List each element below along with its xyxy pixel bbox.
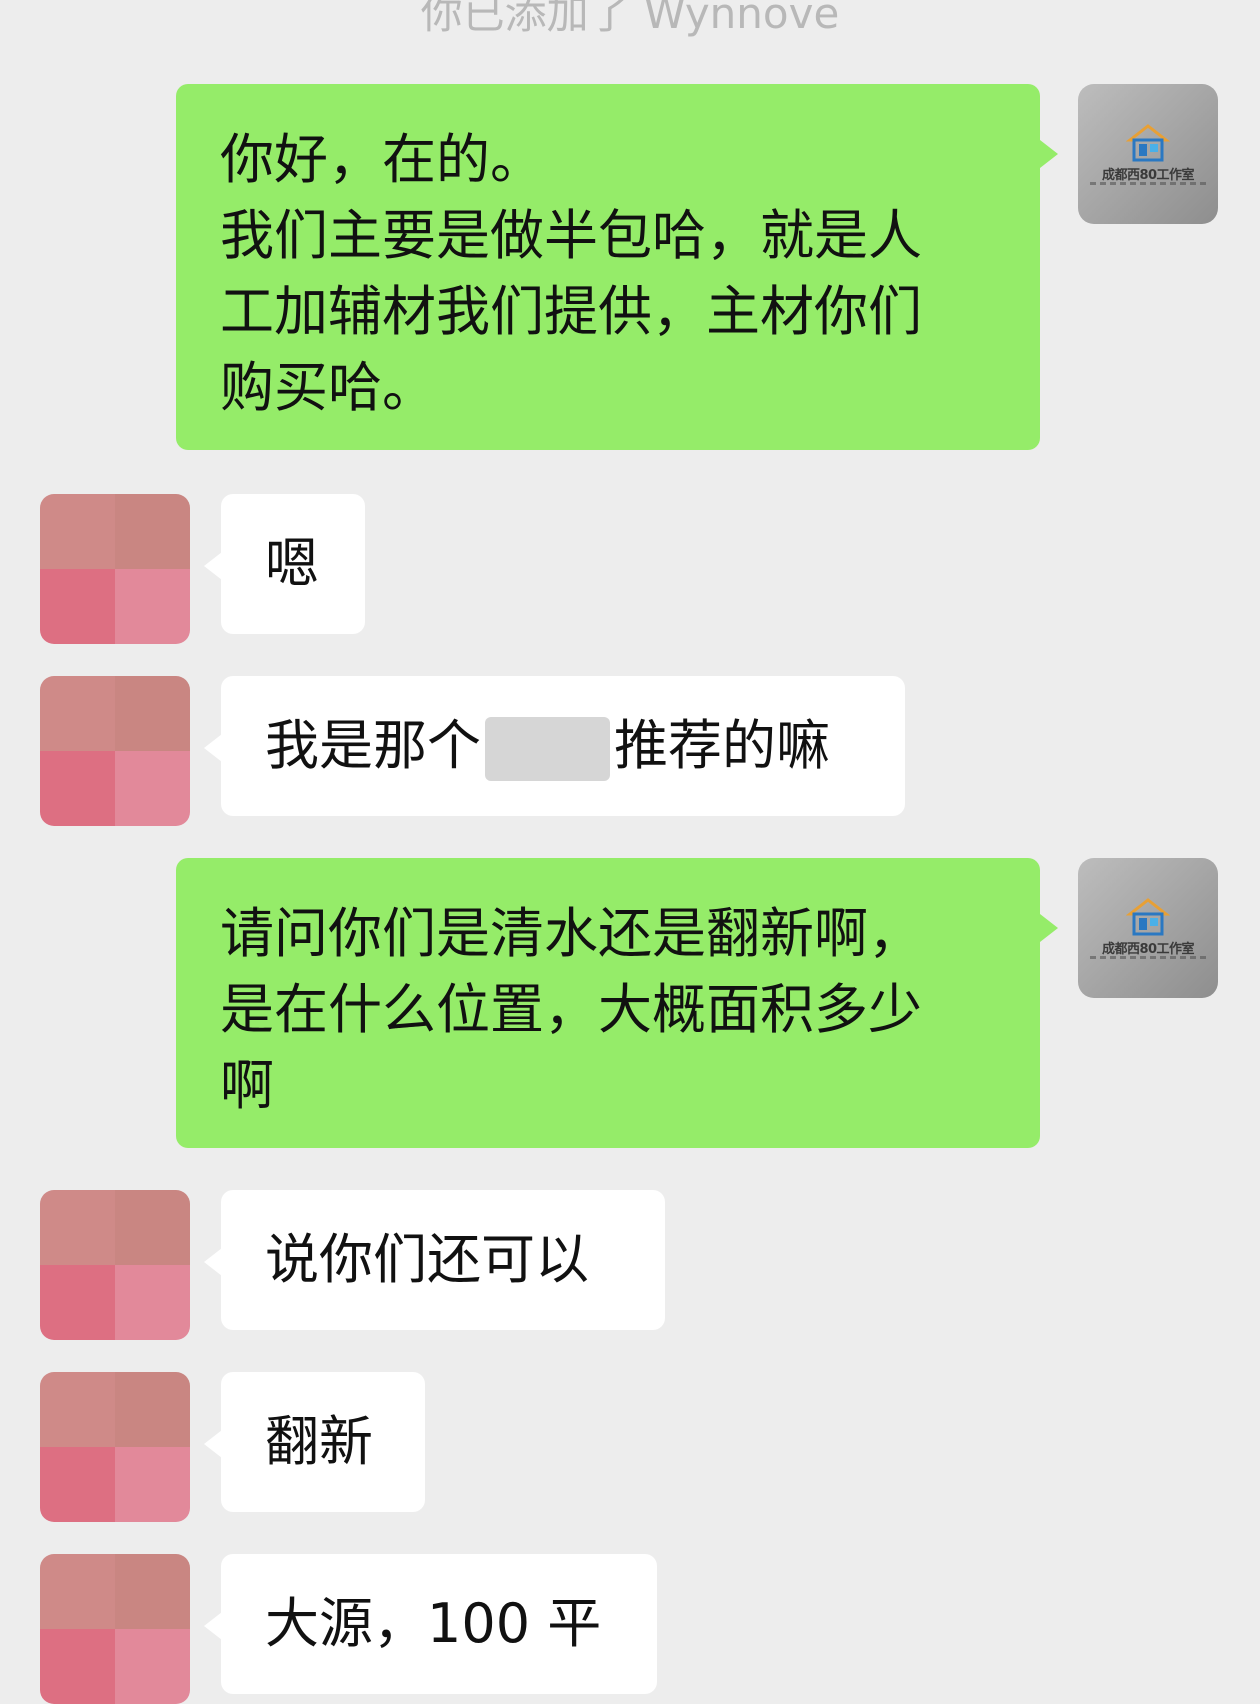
bubble-tail xyxy=(1040,914,1058,942)
message-text: 说你们还可以 xyxy=(265,1228,589,1291)
message-line: 我们主要是做半包哈，就是人 xyxy=(220,204,922,267)
brand-subtext-decoration xyxy=(1090,182,1206,185)
their-message-bubble[interactable]: 大源，100 平 xyxy=(221,1554,657,1694)
message-line: 啊 xyxy=(220,1054,274,1117)
message-line: 购买哈。 xyxy=(220,356,436,419)
contact-avatar[interactable] xyxy=(40,494,190,644)
house-logo-icon xyxy=(1126,124,1170,162)
contact-avatar[interactable] xyxy=(40,1372,190,1522)
their-message-bubble[interactable]: 翻新 xyxy=(221,1372,425,1512)
my-message-bubble[interactable]: 你好，在的。 我们主要是做半包哈，就是人 工加辅材我们提供，主材你们 购买哈。 xyxy=(176,84,1040,450)
their-message-bubble[interactable]: 说你们还可以 xyxy=(221,1190,665,1330)
message-text-before: 我是那个 xyxy=(265,714,481,777)
message-text: 我是那个 推荐的嘛 xyxy=(265,708,830,784)
my-avatar[interactable]: 成都西80工作室 xyxy=(1078,858,1218,998)
message-text: 翻新 xyxy=(265,1410,373,1473)
my-message-bubble[interactable]: 请问你们是清水还是翻新啊， 是在什么位置，大概面积多少 啊 xyxy=(176,858,1040,1148)
bubble-tail xyxy=(204,1248,222,1276)
system-notice: 你已添加了 Wynnove xyxy=(420,0,840,38)
message-text: 嗯 xyxy=(265,532,319,595)
brand-text: 成都西80工作室 xyxy=(1101,168,1195,183)
message-text: 大源，100 平 xyxy=(265,1592,602,1655)
house-logo-icon xyxy=(1126,898,1170,936)
bubble-tail xyxy=(204,734,222,762)
bubble-tail xyxy=(204,1612,222,1640)
brand-text: 成都西80工作室 xyxy=(1101,942,1195,957)
message-text-after: 推荐的嘛 xyxy=(614,714,830,777)
their-message-bubble[interactable]: 嗯 xyxy=(221,494,365,634)
message-line: 是在什么位置，大概面积多少 xyxy=(220,978,922,1041)
bubble-tail xyxy=(1040,140,1058,168)
bubble-tail xyxy=(204,552,222,580)
message-line: 你好，在的。 xyxy=(220,128,544,191)
contact-avatar[interactable] xyxy=(40,1554,190,1704)
bubble-tail xyxy=(204,1430,222,1458)
brand-subtext-decoration xyxy=(1090,956,1206,959)
their-message-bubble[interactable]: 我是那个 推荐的嘛 xyxy=(221,676,905,816)
contact-avatar[interactable] xyxy=(40,1190,190,1340)
redacted-block xyxy=(485,717,610,782)
message-line: 工加辅材我们提供，主材你们 xyxy=(220,280,922,343)
my-avatar[interactable]: 成都西80工作室 xyxy=(1078,84,1218,224)
message-line: 请问你们是清水还是翻新啊， xyxy=(220,902,922,965)
contact-avatar[interactable] xyxy=(40,676,190,826)
